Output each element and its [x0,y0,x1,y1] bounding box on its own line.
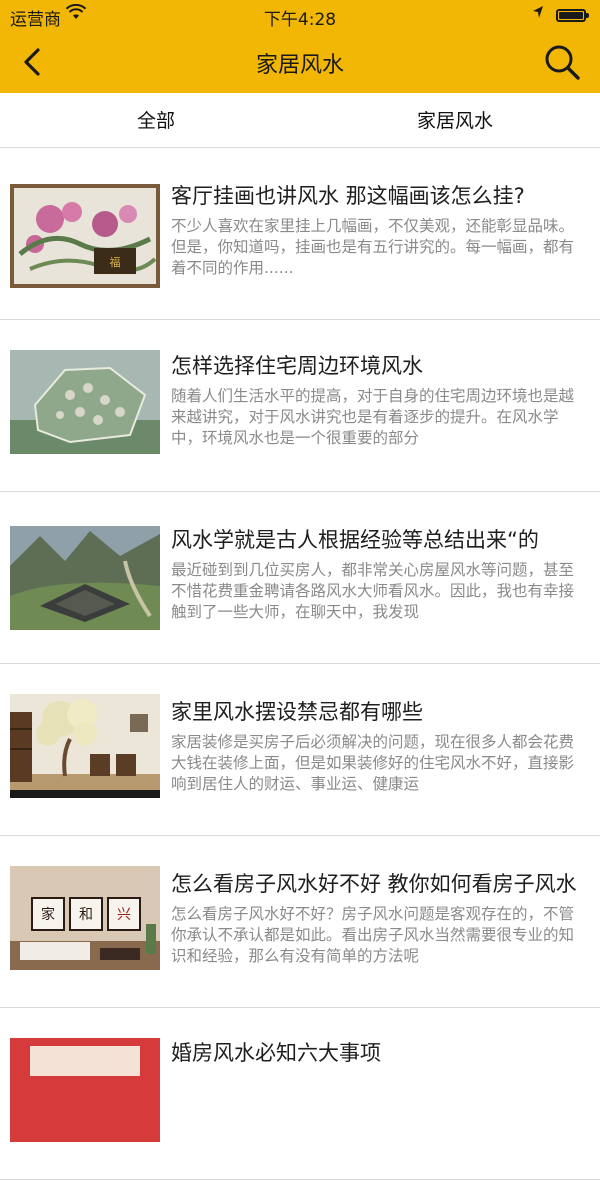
search-button[interactable] [540,40,584,84]
search-icon [545,45,580,80]
article-thumbnail [10,526,160,630]
article-item[interactable]: 家 和 兴 怎么看房子风水好不好 教你如何看房子风水 怎么看房子风水好不好？房子… [0,836,600,1008]
article-item[interactable]: 风水学就是古人根据经验等总结出来“的 最近碰到到几位买房人，都非常关心房屋风水等… [0,492,600,664]
article-title: 风水学就是古人根据经验等总结出来“的 [171,528,539,552]
category-tabs: 全部 家居风水 [0,93,600,148]
article-summary: 怎么看房子风水好不好？房子风水问题是客观存在的，不管你承认不承认都是如此。看出房… [171,905,575,965]
svg-text:和: 和 [79,907,93,923]
article-thumbnail: 福 [10,184,160,288]
article-item[interactable]: 怎样选择住宅周边环境风水 随着人们生活水平的提高，对于自身的住宅周边环境也是越来… [0,320,600,492]
clock: 下午4:28 [263,10,337,30]
nav-bar: 家居风水 [0,32,600,93]
article-list: 福 客厅挂画也讲风水 那这幅画该怎么挂? 不少人喜欢在家里挂上几幅画，不仅美观，… [0,148,600,1180]
article-thumbnail [10,694,160,798]
article-thumbnail [10,350,160,454]
article-summary: 随着人们生活水平的提高，对于自身的住宅周边环境也是越来越讲究，对于风水讲究也是有… [171,387,575,447]
article-title: 客厅挂画也讲风水 那这幅画该怎么挂? [171,184,525,208]
article-thumbnail: 家 和 兴 [10,866,160,970]
svg-text:福: 福 [110,255,121,269]
article-summary: 最近碰到到几位买房人，都非常关心房屋风水等问题，甚至不惜花费重金聘请各路风水大师… [171,561,575,621]
article-item[interactable]: 福 客厅挂画也讲风水 那这幅画该怎么挂? 不少人喜欢在家里挂上几幅画，不仅美观，… [0,148,600,320]
location-arrow-icon [532,5,544,23]
battery-icon [556,9,589,22]
tab-home-fengshui[interactable]: 家居风水 [395,93,515,147]
article-title: 婚房风水必知六大事项 [171,1041,381,1065]
top-bar: 运营商 下午4:28 家居风水 [0,0,600,93]
article-summary: 家居装修是买房子后必须解决的问题，现在很多人都会花费大钱在装修上面，但是如果装修… [171,733,575,793]
svg-text:兴: 兴 [117,907,131,923]
article-title: 怎么看房子风水好不好 教你如何看房子风水 [171,872,577,896]
article-item[interactable]: 家里风水摆设禁忌都有哪些 家居装修是买房子后必须解决的问题，现在很多人都会花费大… [0,664,600,836]
article-thumbnail [10,1038,160,1142]
article-title: 家里风水摆设禁忌都有哪些 [171,700,423,724]
page-title: 家居风水 [255,53,344,78]
svg-text:家: 家 [41,906,55,923]
tab-all[interactable]: 全部 [96,93,216,147]
article-summary: 不少人喜欢在家里挂上几幅画，不仅美观，还能彰显品味。但是，你知道吗，挂画也是有五… [171,217,575,277]
article-item[interactable]: 婚房风水必知六大事项 [0,1008,600,1180]
status-bar: 运营商 下午4:28 [0,0,600,32]
article-title: 怎样选择住宅周边环境风水 [171,354,423,378]
